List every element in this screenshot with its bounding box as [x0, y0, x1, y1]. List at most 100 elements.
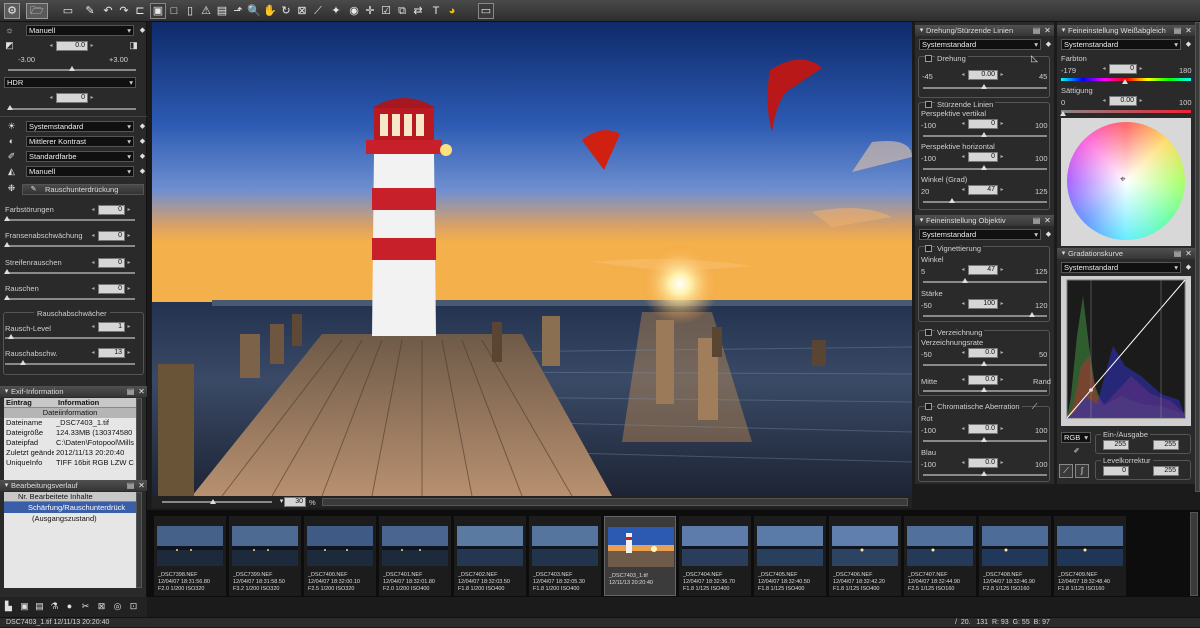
monitor-icon[interactable]: ▭ [478, 3, 494, 19]
panel-menu-icon[interactable]: ▤ [125, 480, 136, 491]
reset-icon[interactable]: ◆ [137, 136, 148, 147]
exif-col-header[interactable]: Eintrag [4, 398, 54, 407]
sphere-icon[interactable]: ● [64, 601, 75, 612]
noise-value-field[interactable]: 0 [98, 284, 125, 294]
decrement-icon[interactable]: ◂ [960, 458, 966, 468]
rausch-level-field[interactable]: 1 [98, 322, 125, 332]
export-icon[interactable]: ⊡ [128, 601, 139, 612]
wb-preset-dropdown[interactable]: Systemstandard [1061, 39, 1181, 50]
output-field[interactable]: 255 [1153, 440, 1179, 450]
pv-slider-thumb[interactable] [981, 132, 987, 137]
noise-value-field[interactable]: 0 [98, 231, 125, 241]
decrement-icon[interactable]: ◂ [960, 152, 966, 162]
noise-value-field[interactable]: 0 [98, 205, 125, 215]
level-max-field[interactable]: 255 [1153, 466, 1179, 476]
film-thumb[interactable]: _DSC7407.NEF 12/04/07 18:32:44.90 F2.5 1/1… [904, 516, 976, 596]
layout-double-icon[interactable]: □ [166, 3, 182, 19]
ph-slider-thumb[interactable] [981, 165, 987, 170]
noise-slider-track[interactable] [5, 219, 135, 221]
increment-icon[interactable]: ▸ [999, 348, 1005, 358]
linear-curve-icon[interactable]: ⟋ [1059, 464, 1073, 478]
color-wheel[interactable] [1067, 122, 1185, 240]
rausch-abschw-field[interactable]: 13 [98, 348, 125, 358]
increment-icon[interactable]: ▸ [999, 185, 1005, 195]
decrement-icon[interactable]: ◂ [48, 93, 54, 103]
reset-icon[interactable]: ◆ [1183, 262, 1194, 273]
pipette-icon[interactable]: ⟋ [1029, 401, 1040, 412]
filmstrip-scrollbar[interactable] [1190, 512, 1198, 596]
zoom-slider-track[interactable] [162, 501, 272, 503]
noise-reduction-header[interactable]: Rauschunterdrückung [22, 184, 144, 195]
increment-icon[interactable]: ▸ [999, 299, 1005, 309]
filter-icon[interactable]: ◎ [112, 601, 123, 612]
decrement-icon[interactable]: ◂ [960, 70, 966, 80]
drehung-checkbox[interactable] [925, 55, 932, 62]
film-thumb[interactable]: _DSC7399.NEF 12/04/07 18:31:58.50 F3.2 1/2… [229, 516, 301, 596]
increment-icon[interactable]: ▸ [999, 458, 1005, 468]
decrement-icon[interactable]: ◂ [960, 119, 966, 129]
film-thumb[interactable]: _DSC7400.NEF 12/04/07 18:32:00.10 F2.5 1/2… [304, 516, 376, 596]
increment-icon[interactable]: ▸ [126, 284, 132, 294]
decrement-icon[interactable]: ◂ [90, 205, 96, 215]
increment-icon[interactable]: ▸ [1138, 64, 1144, 74]
decrement-icon[interactable]: ◂ [1101, 64, 1107, 74]
collapse-icon[interactable]: ▾ [1, 386, 12, 397]
pv-field[interactable]: 0 [968, 119, 998, 129]
film-thumb[interactable]: _DSC7403.NEF 12/04/07 18:32:05.30 F1.8 1/2… [529, 516, 601, 596]
film-thumb[interactable]: _DSC7404.NEF 12/04/07 18:32:36.70 F1.8 1/1… [679, 516, 751, 596]
history-scrollbar[interactable] [136, 492, 142, 588]
stuerzende-checkbox[interactable] [925, 101, 932, 108]
increment-icon[interactable]: ▸ [89, 41, 95, 51]
auto-retouch-icon[interactable]: ✦ [328, 3, 344, 19]
increment-icon[interactable]: ▸ [126, 258, 132, 268]
increment-icon[interactable]: ▸ [126, 205, 132, 215]
lab-icon[interactable]: ⚗ [49, 601, 60, 612]
history-item[interactable]: (Ausgangszustand) [4, 513, 136, 524]
folder-icon[interactable]: ▭ [60, 3, 76, 19]
zoom-slider-thumb[interactable] [210, 499, 216, 504]
collapse-icon[interactable]: ▾ [916, 25, 927, 36]
film-thumb[interactable]: _DSC7402.NEF 12/04/07 18:32:03.50 F1.8 1/2… [454, 516, 526, 596]
rot-field[interactable]: 0.0 [968, 424, 998, 434]
drehung-slider-thumb[interactable] [981, 84, 987, 89]
increment-icon[interactable]: ▸ [999, 265, 1005, 275]
close-icon[interactable]: ✕ [136, 386, 147, 397]
decrement-icon[interactable]: ◂ [960, 348, 966, 358]
rausch-level-thumb[interactable] [8, 334, 14, 339]
film-thumb[interactable]: _DSC7398.NEF 12/04/07 18:31:56.80 F2.0 1/2… [154, 516, 226, 596]
hue-slider-thumb[interactable] [1122, 79, 1128, 84]
layers-icon[interactable]: ▣ [19, 601, 30, 612]
rausch-level-track[interactable] [5, 337, 135, 339]
close-icon[interactable]: ✕ [1042, 25, 1053, 36]
settings-icon[interactable]: ◕ [444, 3, 460, 19]
noise-slider-thumb[interactable] [4, 216, 10, 221]
film-thumb[interactable]: _DSC7405.NEF 12/04/07 18:32:40.50 F1.8 1/1… [754, 516, 826, 596]
decrement-icon[interactable]: ◂ [90, 322, 96, 332]
verzrate-thumb[interactable] [981, 361, 987, 366]
angle-icon[interactable]: ◺ [1029, 53, 1040, 64]
decrement-icon[interactable]: ◂ [90, 258, 96, 268]
ph-field[interactable]: 0 [968, 152, 998, 162]
collapse-icon[interactable]: ▾ [1058, 25, 1069, 36]
decrement-icon[interactable]: ◂ [90, 284, 96, 294]
increment-icon[interactable]: ▸ [126, 348, 132, 358]
winkel-slider-track[interactable] [923, 201, 1047, 203]
noise-slider-track[interactable] [5, 245, 135, 247]
close-icon[interactable]: ✕ [1183, 248, 1194, 259]
exif-col-header[interactable]: Information [54, 398, 99, 407]
navigate-icon[interactable]: ⬏ [230, 3, 246, 19]
batch-icon[interactable]: ⧉ [394, 3, 410, 19]
close-icon[interactable]: ✕ [1183, 25, 1194, 36]
right-panel-scrollbar[interactable] [1195, 22, 1200, 492]
increment-icon[interactable]: ▸ [999, 424, 1005, 434]
reset-icon[interactable]: ◆ [1183, 39, 1194, 50]
increment-icon[interactable]: ▸ [89, 93, 95, 103]
rotation-preset-dropdown[interactable]: Systemstandard [919, 39, 1041, 50]
farbton-field[interactable]: 0 [1109, 64, 1137, 74]
vig-winkel-field[interactable]: 47 [968, 265, 998, 275]
noise-value-field[interactable]: 0 [98, 258, 125, 268]
panel-menu-icon[interactable]: ▤ [125, 386, 136, 397]
vignette-checkbox[interactable] [925, 245, 932, 252]
eyedropper-icon[interactable]: ✐ [1071, 446, 1082, 457]
rot-thumb[interactable] [981, 437, 987, 442]
